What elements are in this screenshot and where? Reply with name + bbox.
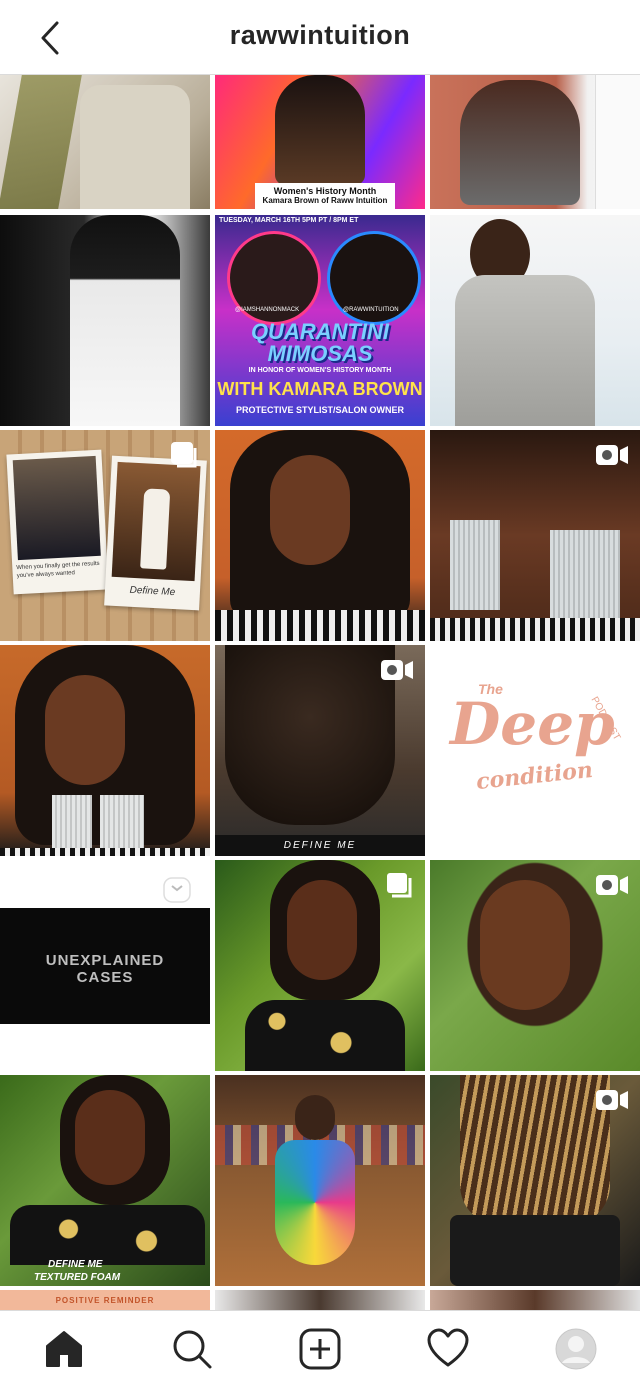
caption-line: Women's History Month bbox=[273, 186, 377, 196]
post-tile[interactable] bbox=[430, 1290, 640, 1310]
product-bottle bbox=[140, 488, 171, 570]
face-shape bbox=[480, 880, 570, 1010]
post-tile[interactable] bbox=[430, 75, 640, 209]
portrait-shape bbox=[460, 80, 580, 205]
floral-top bbox=[10, 1205, 205, 1265]
event-subtitle: IN HONOR OF WOMEN'S HISTORY MONTH bbox=[248, 367, 392, 374]
reel-video-icon bbox=[596, 445, 628, 465]
tassel-left bbox=[52, 795, 92, 850]
coat-shape bbox=[80, 85, 190, 209]
nav-home[interactable] bbox=[40, 1325, 88, 1373]
reel-video-icon bbox=[596, 1090, 628, 1110]
portrait-shape bbox=[70, 215, 180, 426]
post-tile[interactable]: DEFINE ME TEXTURED FOAM bbox=[0, 1075, 210, 1286]
search-icon bbox=[173, 1330, 212, 1369]
podcast-logo-text: condition bbox=[474, 756, 595, 796]
chair-shape bbox=[450, 1215, 620, 1286]
post-tile[interactable] bbox=[215, 1290, 425, 1310]
post-tile[interactable] bbox=[215, 430, 425, 641]
curly-hair-shape bbox=[225, 645, 395, 825]
portrait-shape bbox=[275, 75, 365, 185]
carousel-icon bbox=[387, 873, 412, 898]
striped-top bbox=[0, 848, 210, 856]
face-shape bbox=[270, 455, 350, 565]
igtv-icon bbox=[163, 877, 191, 903]
nav-search[interactable] bbox=[168, 1325, 216, 1373]
product-caption: DEFINE ME bbox=[48, 1259, 103, 1270]
polaroid-after: Define Me bbox=[104, 455, 207, 611]
locs-hair-shape bbox=[460, 1075, 610, 1225]
profile-username-title: rawwintuition bbox=[229, 20, 411, 50]
banner-text: DEFINE ME bbox=[283, 840, 357, 851]
striped-top bbox=[215, 610, 425, 641]
post-tile[interactable] bbox=[430, 860, 640, 1071]
top-header: rawwintuition bbox=[0, 0, 640, 75]
post-grid: Women's History Month Kamara Brown of Ra… bbox=[0, 75, 640, 1310]
post-tile[interactable] bbox=[0, 215, 210, 426]
screenshot-strip bbox=[595, 75, 640, 209]
post-tile[interactable] bbox=[0, 75, 210, 209]
polaroid-photo bbox=[111, 461, 201, 582]
new-post-icon bbox=[299, 1328, 341, 1370]
post-tile[interactable]: DEFINE ME bbox=[215, 645, 425, 856]
reel-video-icon bbox=[381, 660, 413, 680]
nav-activity[interactable] bbox=[424, 1325, 472, 1373]
activity-heart-icon bbox=[427, 1328, 469, 1367]
post-tile[interactable]: When you finally get the results you've … bbox=[0, 430, 210, 641]
event-host: WITH KAMARA BROWN bbox=[217, 379, 423, 399]
nav-profile[interactable] bbox=[552, 1325, 600, 1373]
polaroid-caption: When you finally get the results you've … bbox=[16, 560, 100, 580]
guest-handle: @RAWWINTUITION bbox=[343, 307, 399, 313]
post-tile[interactable] bbox=[215, 860, 425, 1071]
floral-top bbox=[245, 1000, 405, 1071]
polaroid-before: When you finally get the results you've … bbox=[6, 449, 109, 595]
polaroid-photo bbox=[12, 455, 101, 561]
striped-top bbox=[430, 618, 640, 641]
home-icon bbox=[46, 1331, 82, 1367]
video-title: CASES bbox=[76, 969, 134, 986]
banner-strip: DEFINE ME bbox=[215, 835, 425, 856]
post-tile[interactable] bbox=[430, 1075, 640, 1286]
event-host-role: PROTECTIVE STYLIST/SALON OWNER bbox=[235, 405, 404, 415]
reel-video-icon bbox=[596, 875, 628, 895]
guest-handle: @IAMSHANNONMACK bbox=[235, 307, 300, 313]
event-date: TUESDAY, MARCH 16TH 5PM PT / 8PM ET bbox=[219, 217, 359, 224]
product-caption: TEXTURED FOAM bbox=[34, 1272, 121, 1283]
face-shape bbox=[75, 1090, 145, 1185]
tassel-right bbox=[100, 795, 144, 850]
dancer-head bbox=[295, 1095, 335, 1140]
post-tile[interactable]: The Deep condition PODCAST bbox=[430, 645, 640, 856]
nav-new-post[interactable] bbox=[296, 1325, 344, 1373]
tassel-right bbox=[550, 530, 620, 620]
post-tile[interactable]: POSITIVE REMINDER bbox=[0, 1290, 210, 1310]
face-shape bbox=[287, 880, 357, 980]
pajama-shape bbox=[455, 275, 595, 426]
video-title: UNEXPLAINED bbox=[45, 952, 165, 969]
post-caption: POSITIVE REMINDER bbox=[55, 1296, 155, 1305]
post-tile[interactable]: UNEXPLAINED CASES bbox=[0, 860, 210, 1071]
bottom-nav-bar bbox=[0, 1310, 640, 1387]
profile-avatar bbox=[555, 1328, 597, 1370]
carousel-icon bbox=[171, 442, 197, 468]
face-shape bbox=[45, 675, 125, 785]
post-tile[interactable]: Women's History Month Kamara Brown of Ra… bbox=[215, 75, 425, 209]
post-tile[interactable] bbox=[430, 430, 640, 641]
video-frame: UNEXPLAINED CASES bbox=[0, 908, 210, 1024]
caption-box: Women's History Month Kamara Brown of Ra… bbox=[255, 183, 395, 209]
polaroid-label: Define Me bbox=[129, 584, 176, 599]
event-title: MIMOSAS bbox=[267, 341, 373, 366]
caption-line: Kamara Brown of Raww Intuition bbox=[262, 196, 388, 205]
post-tile[interactable]: TUESDAY, MARCH 16TH 5PM PT / 8PM ET @IAM… bbox=[215, 215, 425, 426]
tassel-left bbox=[450, 520, 500, 610]
post-tile[interactable] bbox=[0, 645, 210, 856]
dancer-dress bbox=[275, 1140, 355, 1265]
post-tile[interactable] bbox=[215, 1075, 425, 1286]
post-tile[interactable] bbox=[430, 215, 640, 426]
